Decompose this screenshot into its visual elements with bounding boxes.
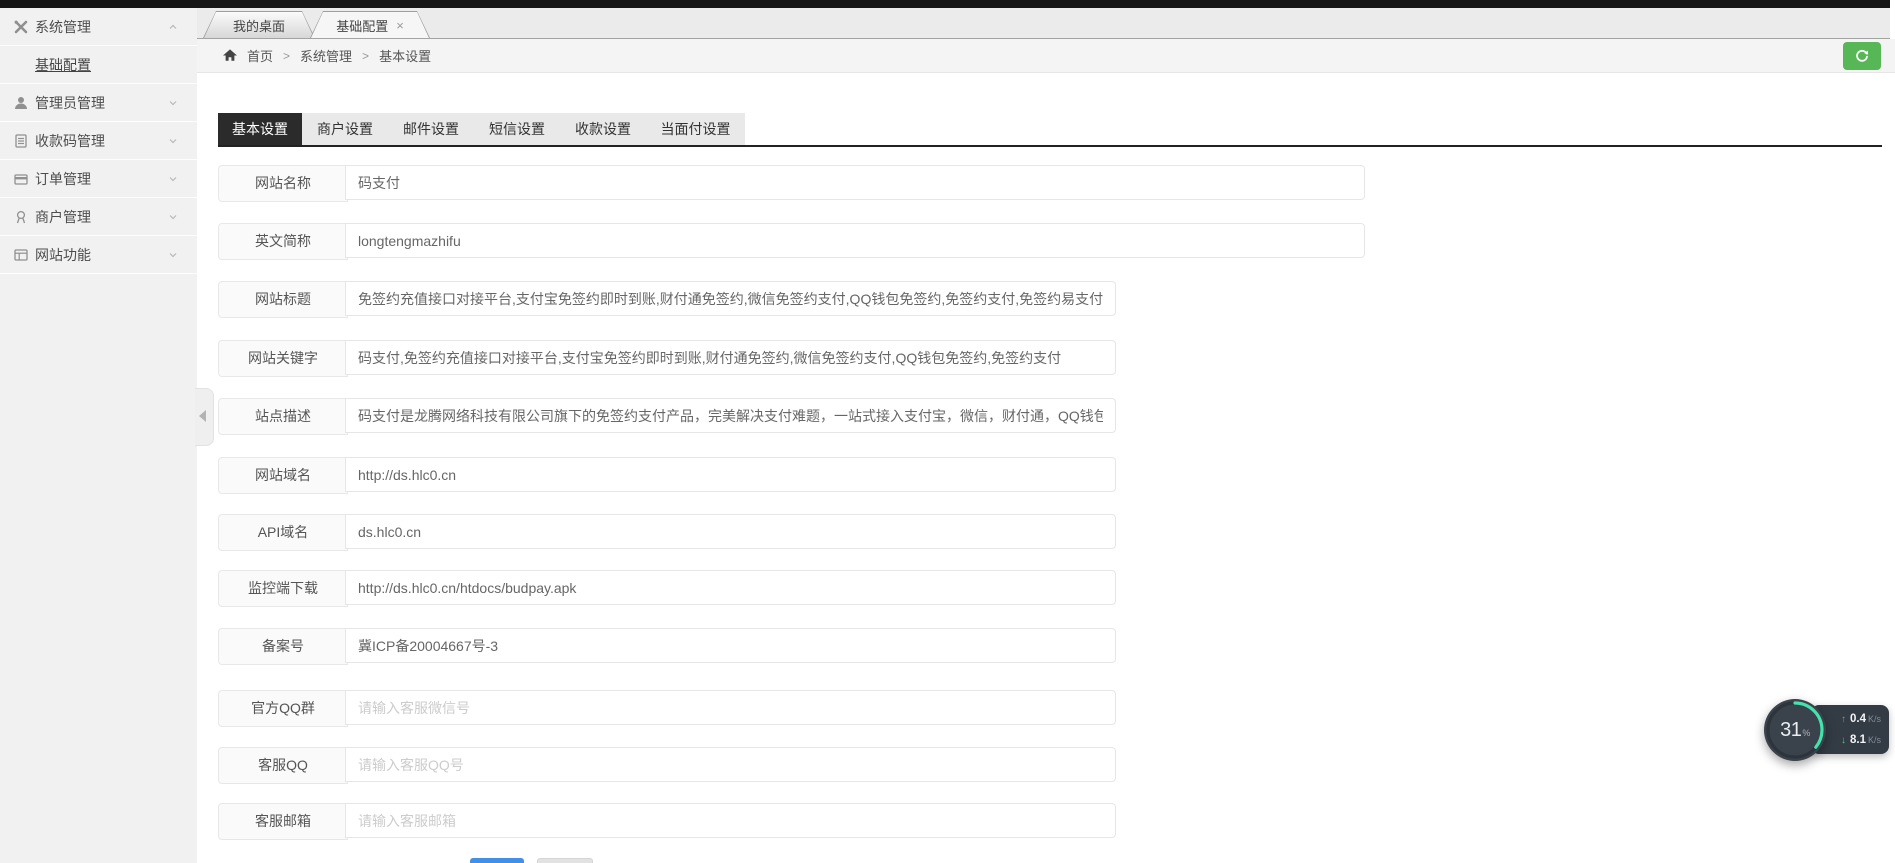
tab-collection-settings[interactable]: 收款设置 — [560, 113, 646, 145]
chevron-up-icon — [169, 24, 177, 29]
field-label: 网站名称 — [218, 165, 348, 202]
settings-tab-strip: 基本设置 商户设置 邮件设置 短信设置 收款设置 当面付设置 — [218, 113, 1882, 147]
chevron-down-icon — [169, 176, 177, 181]
field-label: 网站标题 — [218, 281, 348, 318]
sidebar-item-website-functions[interactable]: 网站功能 — [0, 236, 197, 274]
breadcrumb-home-link[interactable]: 首页 — [247, 46, 273, 65]
field-label: 网站关键字 — [218, 340, 348, 377]
wrench-icon — [14, 20, 28, 33]
sidebar-item-label: 收款码管理 — [35, 132, 105, 149]
field-label: 监控端下载 — [218, 570, 348, 607]
reset-button-partial[interactable] — [537, 858, 593, 863]
gauge-percent-symbol: % — [1802, 728, 1810, 738]
admin-console-screen: 系统管理 基础配置 管理员管理 收款码管理 订单管理 商户管理 网站功能 我的桌… — [0, 0, 1895, 863]
window-tab-basic-config[interactable]: 基础配置 × — [310, 11, 430, 38]
home-icon — [223, 49, 237, 61]
credit-card-icon — [14, 173, 28, 185]
tab-label: 当面付设置 — [660, 121, 731, 137]
chevron-down-icon — [169, 252, 177, 257]
window-tab-bar: 我的桌面 基础配置 × — [197, 8, 1890, 39]
gauge-percent-value: 31 — [1780, 718, 1802, 741]
window-tab-label: 我的桌面 — [232, 18, 285, 34]
site-domain-input[interactable] — [345, 457, 1116, 492]
top-black-bar — [0, 0, 1890, 8]
tab-label: 基本设置 — [232, 121, 288, 137]
sidebar-item-system-management[interactable]: 系统管理 — [0, 8, 197, 46]
english-name-input[interactable] — [345, 223, 1365, 258]
tab-label: 收款设置 — [575, 121, 631, 137]
upload-arrow-icon: ↑ — [1840, 714, 1846, 726]
window-tab-label: 基础配置 — [336, 18, 389, 34]
sidebar-item-label: 订单管理 — [35, 170, 91, 187]
breadcrumb-section[interactable]: 系统管理 — [300, 46, 352, 65]
official-qq-group-input[interactable] — [345, 690, 1116, 725]
breadcrumb-separator: > — [362, 48, 370, 63]
field-label: 站点描述 — [218, 398, 348, 435]
progress-gauge[interactable]: 31 % — [1764, 699, 1826, 761]
tab-label: 短信设置 — [489, 121, 545, 137]
tab-merchant-settings[interactable]: 商户设置 — [302, 113, 388, 145]
field-label: 网站域名 — [218, 457, 348, 494]
refresh-icon — [1856, 49, 1869, 62]
chevron-down-icon — [169, 100, 177, 105]
field-label: 英文简称 — [218, 223, 348, 260]
sidebar-item-merchant-management[interactable]: 商户管理 — [0, 198, 197, 236]
collapse-left-arrow-icon — [199, 410, 206, 422]
download-speed-unit: K/s — [1867, 734, 1881, 745]
tab-sms-settings[interactable]: 短信设置 — [474, 113, 560, 145]
tab-basic-settings[interactable]: 基本设置 — [218, 113, 302, 145]
monitor-download-input[interactable] — [345, 570, 1116, 605]
site-name-input[interactable] — [345, 165, 1365, 200]
sidebar-item-basic-config[interactable]: 基础配置 — [0, 46, 197, 84]
website-icon — [14, 248, 28, 261]
close-icon[interactable]: × — [396, 19, 404, 32]
api-domain-input[interactable] — [345, 514, 1116, 549]
service-email-input[interactable] — [345, 803, 1116, 838]
sidebar-item-admin-management[interactable]: 管理员管理 — [0, 84, 197, 122]
sidebar-item-payment-code-management[interactable]: 收款码管理 — [0, 122, 197, 160]
qrcode-list-icon — [15, 133, 27, 148]
site-title-input[interactable] — [345, 281, 1116, 316]
tab-label: 邮件设置 — [403, 121, 459, 137]
window-tab-my-desktop[interactable]: 我的桌面 — [203, 11, 315, 38]
sidebar-item-label: 系统管理 — [35, 18, 91, 35]
field-label: API域名 — [218, 514, 348, 551]
upload-speed-unit: K/s — [1867, 714, 1881, 725]
download-speed-value: 8.1 — [1849, 733, 1866, 746]
sidebar: 系统管理 基础配置 管理员管理 收款码管理 订单管理 商户管理 网站功能 — [0, 8, 197, 863]
sidebar-collapse-handle[interactable] — [195, 388, 214, 446]
refresh-button[interactable] — [1843, 42, 1881, 70]
chevron-down-icon — [169, 138, 177, 143]
sidebar-item-label: 商户管理 — [35, 208, 91, 225]
sidebar-item-order-management[interactable]: 订单管理 — [0, 160, 197, 198]
chevron-down-icon — [169, 214, 177, 219]
icp-number-input[interactable] — [345, 628, 1116, 663]
breadcrumb-page: 基本设置 — [379, 49, 432, 64]
field-label: 客服QQ — [218, 747, 348, 784]
sidebar-item-label: 网站功能 — [35, 246, 91, 263]
merchant-icon — [16, 210, 26, 223]
breadcrumb-bar: 首页 > 系统管理 > 基本设置 — [197, 39, 1895, 73]
field-label: 官方QQ群 — [218, 690, 348, 727]
sidebar-item-label: 管理员管理 — [35, 94, 105, 111]
upload-speed-value: 0.4 — [1849, 713, 1866, 726]
user-icon — [15, 96, 27, 109]
tab-f2f-payment-settings[interactable]: 当面付设置 — [646, 113, 745, 145]
tab-label: 商户设置 — [317, 121, 373, 137]
download-arrow-icon: ↓ — [1840, 734, 1846, 746]
breadcrumb: 首页 > 系统管理 > 基本设置 — [223, 46, 431, 65]
field-label: 备案号 — [218, 628, 348, 665]
site-keywords-input[interactable] — [345, 340, 1116, 375]
service-qq-input[interactable] — [345, 747, 1116, 782]
breadcrumb-separator: > — [283, 48, 291, 63]
gauge-percent: 31 % — [1764, 699, 1826, 761]
site-description-input[interactable] — [345, 398, 1116, 433]
sidebar-subitem-label: 基础配置 — [35, 56, 91, 73]
tab-email-settings[interactable]: 邮件设置 — [388, 113, 474, 145]
field-label: 客服邮箱 — [218, 803, 348, 840]
submit-button-partial[interactable] — [470, 858, 524, 863]
